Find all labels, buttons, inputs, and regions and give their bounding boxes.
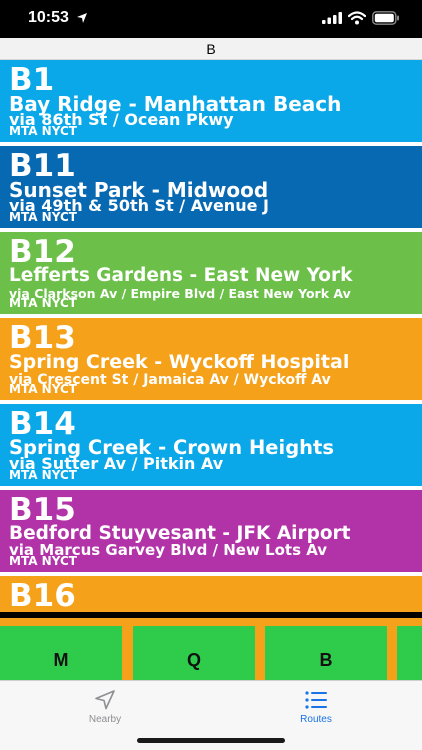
location-arrow-icon <box>77 13 87 23</box>
route-name: Lefferts Gardens - East New York <box>9 265 353 286</box>
route-group-button-m[interactable]: M <box>0 626 122 680</box>
route-group-button-q[interactable]: Q <box>133 626 255 680</box>
tab-routes[interactable]: Routes <box>256 685 376 729</box>
route-name: Spring Creek - Wyckoff Hospital <box>9 351 350 373</box>
route-row-b15[interactable]: B15 Bedford Stuyvesant - JFK Airport via… <box>0 490 422 574</box>
route-number: B12 <box>9 234 76 270</box>
list-icon <box>305 691 327 709</box>
route-group-button-b[interactable]: B <box>265 626 387 680</box>
route-number: B13 <box>9 320 76 356</box>
route-row-b16[interactable]: B16 <box>0 576 422 612</box>
battery-icon <box>372 11 399 25</box>
wifi-icon <box>348 11 366 25</box>
tab-nearby[interactable]: Nearby <box>45 685 165 729</box>
route-row-b1[interactable]: B1 Bay Ridge - Manhattan Beach via 86th … <box>0 60 422 144</box>
route-agency: MTA NYCT <box>9 210 77 224</box>
route-agency: MTA NYCT <box>9 124 77 138</box>
route-number: B15 <box>9 492 76 528</box>
tab-label: Routes <box>300 714 332 725</box>
status-time: 10:53 <box>28 9 69 26</box>
route-row-b14[interactable]: B14 Spring Creek - Crown Heights via Sut… <box>0 404 422 488</box>
route-agency: MTA NYCT <box>9 296 77 310</box>
tab-label: Nearby <box>88 714 122 725</box>
route-agency: MTA NYCT <box>9 382 77 396</box>
route-row-b13[interactable]: B13 Spring Creek - Wyckoff Hospital via … <box>0 318 422 402</box>
route-agency: MTA NYCT <box>9 468 77 482</box>
route-agency: MTA NYCT <box>9 554 77 568</box>
status-bar: 10:53 <box>0 0 422 38</box>
route-number: B16 <box>9 578 76 612</box>
navigation-arrow-icon <box>95 690 115 710</box>
route-list[interactable]: B1 Bay Ridge - Manhattan Beach via 86th … <box>0 60 422 612</box>
route-group-button-next[interactable] <box>397 626 422 680</box>
route-group-bar: M Q B <box>0 618 422 680</box>
route-row-b12[interactable]: B12 Lefferts Gardens - East New York via… <box>0 232 422 316</box>
cellular-signal-icon <box>322 12 342 24</box>
section-header: B <box>0 38 422 60</box>
home-indicator <box>137 738 285 743</box>
route-row-b11[interactable]: B11 Sunset Park - Midwood via 49th & 50t… <box>0 146 422 230</box>
